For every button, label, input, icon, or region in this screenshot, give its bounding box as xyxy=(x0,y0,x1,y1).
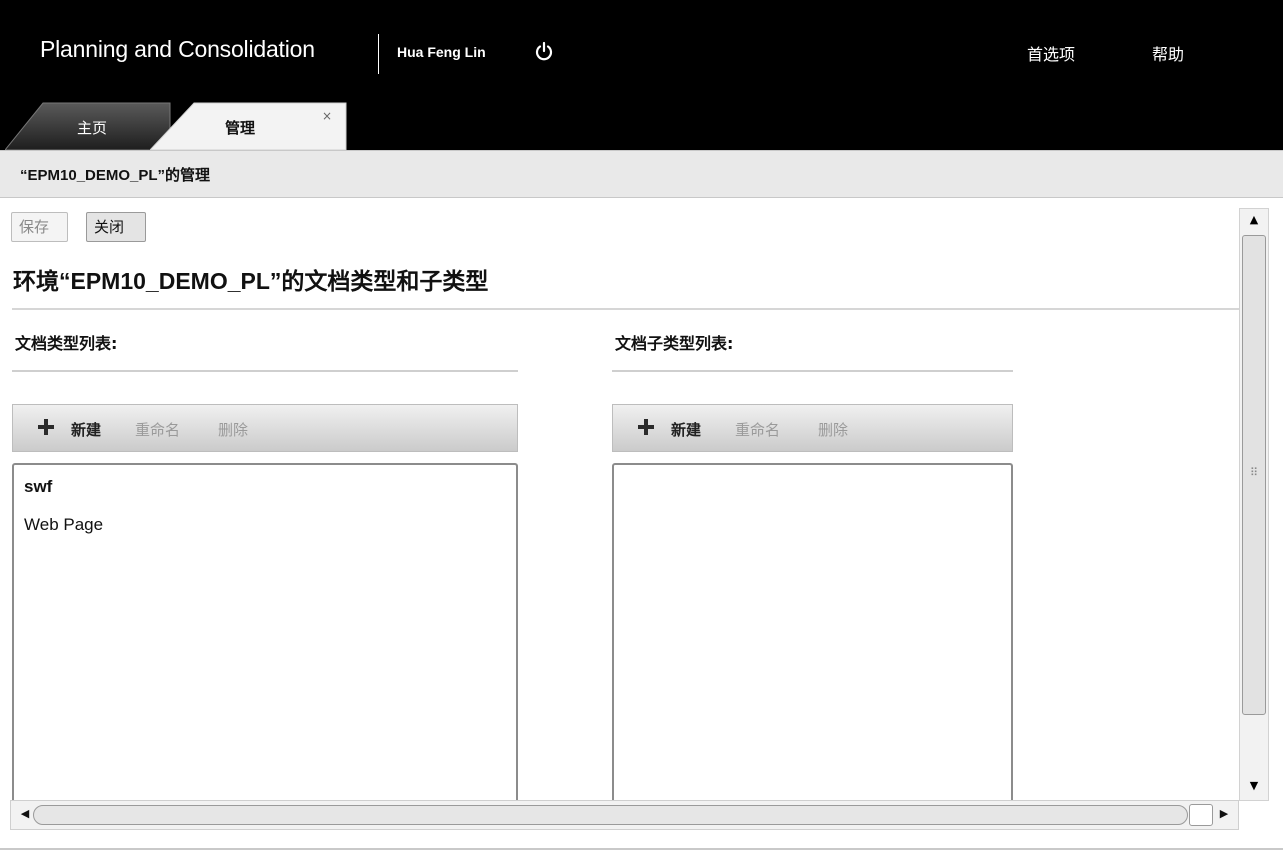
horizontal-scrollbar[interactable]: ◀ ▶ xyxy=(10,800,1239,830)
plus-icon[interactable] xyxy=(635,416,657,438)
doc-subtypes-divider xyxy=(612,370,1013,372)
new-doc-subtype-button[interactable]: 新建 xyxy=(671,419,701,440)
doc-types-divider xyxy=(12,370,518,372)
scroll-down-icon[interactable]: ▼ xyxy=(1246,779,1262,795)
page-title-bar: “EPM10_DEMO_PL”的管理 xyxy=(0,150,1283,198)
doc-subtypes-toolbar: 新建 重命名 删除 xyxy=(612,404,1013,452)
doc-subtypes-label: 文档子类型列表: xyxy=(615,334,734,353)
bottom-divider xyxy=(0,848,1283,850)
tab-manage-label: 管理 xyxy=(225,119,256,137)
user-name: Hua Feng Lin xyxy=(397,44,486,60)
vertical-scroll-thumb[interactable]: ⠿ xyxy=(1242,235,1266,715)
scroll-corner-box xyxy=(1189,804,1213,826)
list-item[interactable]: swf xyxy=(24,477,52,497)
save-button[interactable]: 保存 xyxy=(11,212,68,242)
preferences-link[interactable]: 首选项 xyxy=(1027,41,1075,65)
doc-types-label: 文档类型列表: xyxy=(15,334,118,353)
power-icon[interactable] xyxy=(533,41,555,63)
doc-types-toolbar: 新建 重命名 删除 xyxy=(12,404,518,452)
rename-doc-subtype-button[interactable]: 重命名 xyxy=(735,419,780,440)
new-doc-type-button[interactable]: 新建 xyxy=(71,419,101,440)
app-title: Planning and Consolidation xyxy=(40,36,315,62)
section-title: 环境“EPM10_DEMO_PL”的文档类型和子类型 xyxy=(13,268,489,294)
delete-doc-type-button[interactable]: 删除 xyxy=(218,419,248,440)
title-separator xyxy=(378,34,379,74)
delete-doc-subtype-button[interactable]: 删除 xyxy=(818,419,848,440)
page-title: “EPM10_DEMO_PL”的管理 xyxy=(20,167,211,184)
close-button[interactable]: 关闭 xyxy=(86,212,146,242)
scroll-right-icon[interactable]: ▶ xyxy=(1216,807,1232,823)
doc-subtypes-list xyxy=(612,463,1013,803)
tab-close-icon[interactable]: × xyxy=(322,109,332,123)
section-divider xyxy=(12,308,1240,310)
rename-doc-type-button[interactable]: 重命名 xyxy=(135,419,180,440)
list-item[interactable]: Web Page xyxy=(24,515,103,535)
horizontal-scroll-thumb[interactable] xyxy=(33,805,1188,825)
tab-manage[interactable]: 管理 × xyxy=(150,101,348,150)
help-link[interactable]: 帮助 xyxy=(1152,41,1184,65)
app-header: Planning and Consolidation Hua Feng Lin … xyxy=(0,0,1283,150)
plus-icon[interactable] xyxy=(35,416,57,438)
doc-types-list: swf Web Page xyxy=(12,463,518,803)
main-content: 保存 关闭 环境“EPM10_DEMO_PL”的文档类型和子类型 文档类型列表:… xyxy=(0,198,1283,857)
tab-home-label: 主页 xyxy=(77,119,108,137)
grip-icon: ⠿ xyxy=(1250,466,1259,479)
scroll-left-icon[interactable]: ◀ xyxy=(17,807,33,823)
vertical-scrollbar[interactable]: ▲ ⠿ ▼ xyxy=(1239,208,1269,801)
scroll-up-icon[interactable]: ▲ xyxy=(1246,213,1262,229)
